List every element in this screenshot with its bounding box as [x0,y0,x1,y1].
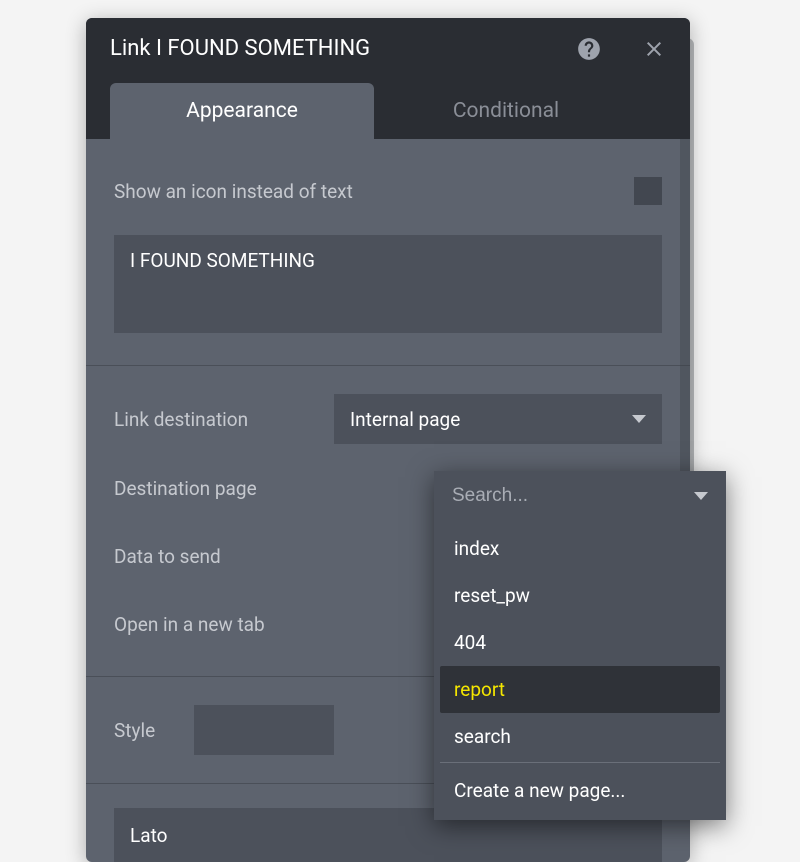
dropdown-search-input[interactable] [452,485,657,507]
dropdown-item-404[interactable]: 404 [440,619,720,666]
chevron-down-icon [632,415,646,423]
open-new-tab-label: Open in a new tab [114,613,334,636]
icon-instead-label: Show an icon instead of text [114,180,634,203]
dropdown-item-report[interactable]: report [440,666,720,713]
link-destination-value: Internal page [350,408,460,431]
destination-page-dropdown: index reset_pw 404 report search Create … [434,471,726,820]
link-text-input[interactable] [114,235,662,333]
style-select[interactable] [194,705,334,755]
link-destination-label: Link destination [114,408,334,431]
dropdown-item-index[interactable]: index [440,525,720,572]
link-editor-panel: Link I FOUND SOMETHING Appearance Condit… [86,18,690,862]
dropdown-separator [440,762,720,763]
help-icon[interactable] [576,36,602,66]
tab-conditional[interactable]: Conditional [374,83,638,139]
font-value: Lato [130,824,167,847]
chevron-down-icon[interactable] [694,492,708,500]
link-destination-select[interactable]: Internal page [334,394,662,444]
tab-bar: Appearance Conditional [110,83,666,139]
panel-header: Link I FOUND SOMETHING Appearance Condit… [86,18,690,139]
dropdown-item-reset-pw[interactable]: reset_pw [440,572,720,619]
close-icon[interactable] [642,37,666,65]
data-to-send-label: Data to send [114,545,334,568]
icon-instead-checkbox[interactable] [634,177,662,205]
dropdown-search-row [434,471,726,521]
destination-page-label: Destination page [114,477,334,500]
tab-appearance[interactable]: Appearance [110,83,374,139]
dropdown-item-search[interactable]: search [440,713,720,760]
dropdown-create-new-page[interactable]: Create a new page... [440,767,720,814]
style-label: Style [114,719,194,742]
dropdown-options: index reset_pw 404 report search Create … [434,521,726,820]
